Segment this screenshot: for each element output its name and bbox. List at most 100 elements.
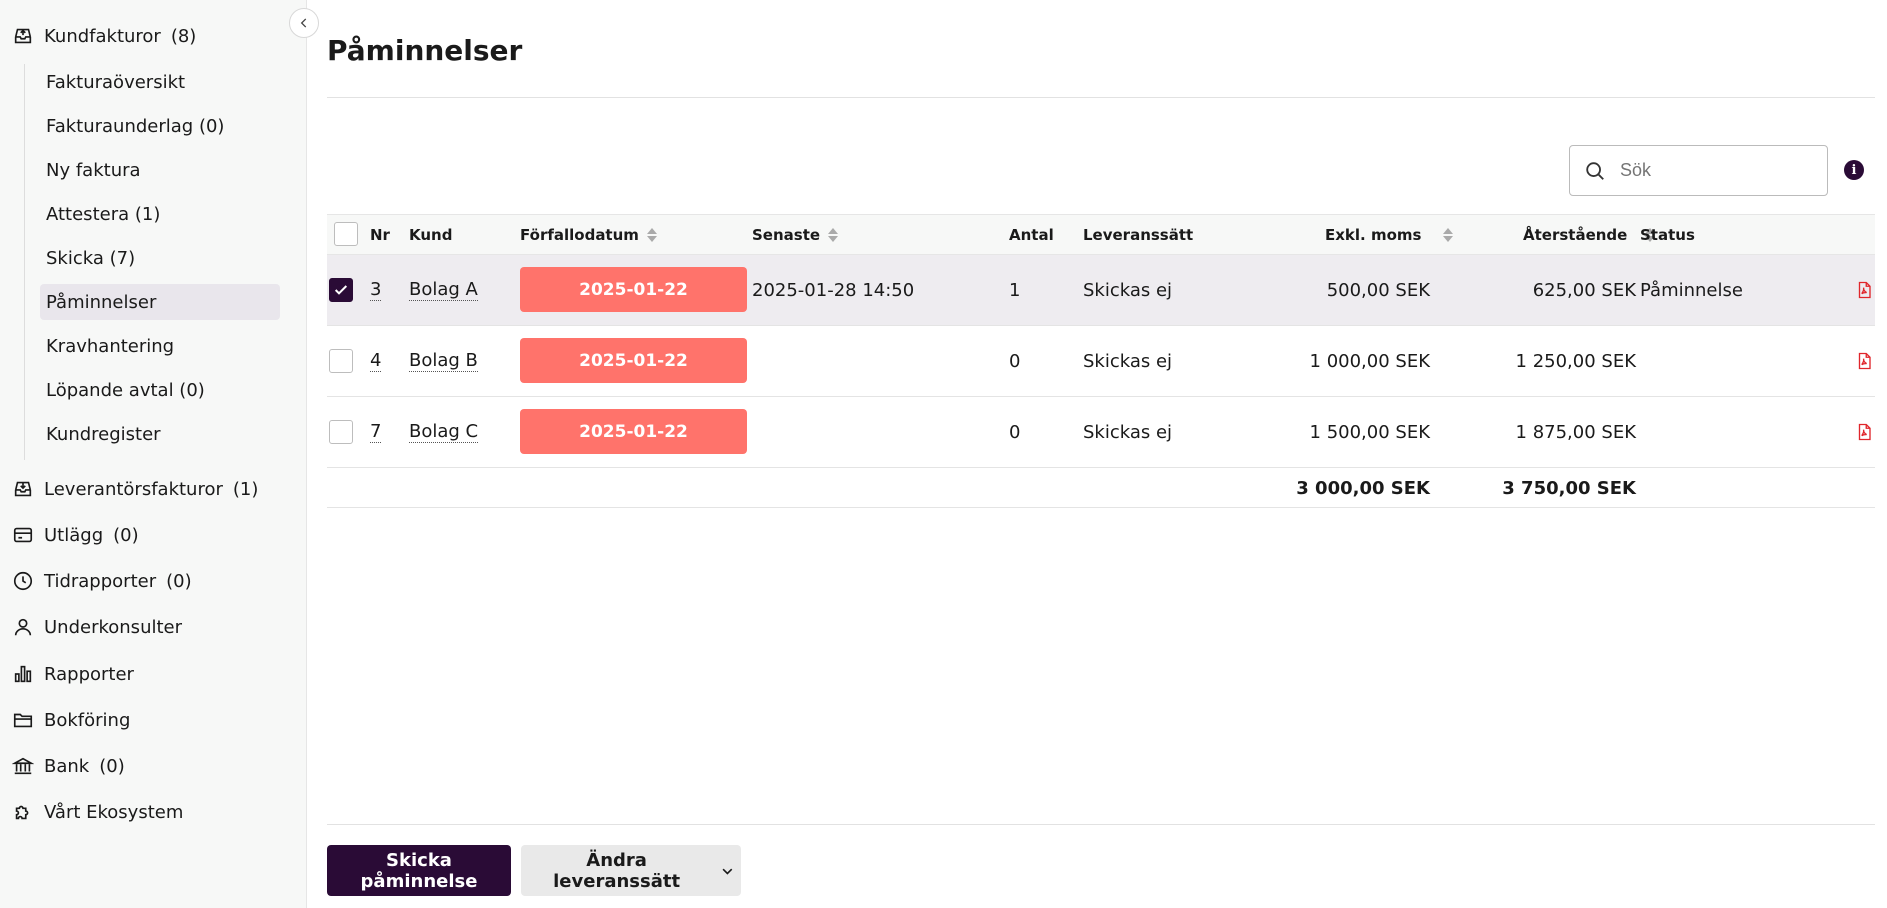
nav-rapporter[interactable]: Rapporter <box>12 659 134 689</box>
nav-leverantorsfakturor-label: Leverantörsfakturor <box>44 478 223 500</box>
nav-bokforing-label: Bokföring <box>44 709 131 731</box>
total-remaining: 3 750,00 SEK <box>1502 477 1636 499</box>
user-icon <box>14 618 32 636</box>
nav-kundfakturor-count: (8) <box>170 25 197 47</box>
pdf-icon[interactable] <box>1855 351 1873 371</box>
sidebar-item-fakturaunderlag[interactable]: Fakturaunderlag (0) <box>40 108 280 144</box>
due-date-badge: 2025-01-22 <box>520 338 747 383</box>
nav-tidrapporter-count: (0) <box>166 570 192 592</box>
invoice-number-link[interactable]: 4 <box>370 350 382 372</box>
nav-bank[interactable]: Bank (0) <box>12 751 125 781</box>
nav-leverantorsfakturor-count: (1) <box>232 478 259 500</box>
change-delivery-method-button[interactable]: Ändra leveranssätt <box>521 845 741 896</box>
nav-tidrapporter-label: Tidrapporter <box>44 570 157 592</box>
due-date-badge: 2025-01-22 <box>520 409 747 454</box>
nav-bokforing[interactable]: Bokföring <box>12 705 130 735</box>
nav-underkonsulter-label: Underkonsulter <box>44 616 183 638</box>
collapse-sidebar-button[interactable] <box>289 8 319 38</box>
search-icon <box>1586 161 1604 180</box>
kundfakturor-subnav: Fakturaöversikt Fakturaunderlag (0) Ny f… <box>24 64 287 460</box>
footer-divider <box>327 824 1875 825</box>
credit-card-icon <box>13 527 33 543</box>
excl-vat-cell: 500,00 SEK <box>1326 279 1430 301</box>
nav-kundfakturor[interactable]: Kundfakturor (8) <box>12 21 196 51</box>
table-header: Nr Kund Förfallodatum Senaste Antal Leve… <box>327 214 1875 255</box>
bank-icon <box>12 757 34 775</box>
header-senaste[interactable]: Senaste <box>752 215 839 254</box>
nav-rapporter-label: Rapporter <box>44 663 134 685</box>
nav-bank-label: Bank <box>44 755 90 777</box>
remaining-cell: 1 875,00 SEK <box>1515 421 1636 443</box>
remaining-cell: 1 250,00 SEK <box>1515 350 1636 372</box>
customer-link[interactable]: Bolag A <box>409 279 478 301</box>
puzzle-icon <box>15 805 29 820</box>
header-nr: Nr <box>370 225 390 244</box>
header-aterstaende[interactable]: Återstående <box>1523 215 1656 254</box>
count-cell: 0 <box>1009 421 1021 443</box>
nav-vart-ekosystem[interactable]: Vårt Ekosystem <box>12 797 183 827</box>
customer-link[interactable]: Bolag C <box>409 421 479 443</box>
nav-utlagg-label: Utlägg <box>44 524 104 546</box>
delivery-method-cell: Skickas ej <box>1083 279 1173 301</box>
sidebar-item-fakturaoversikt[interactable]: Fakturaöversikt <box>40 64 280 100</box>
sidebar-item-ny-faktura[interactable]: Ny faktura <box>40 152 280 188</box>
header-exkl-moms[interactable]: Exkl. moms <box>1325 215 1454 254</box>
sort-icon <box>828 227 839 242</box>
nav-kundfakturor-label: Kundfakturor <box>44 25 161 47</box>
excl-vat-cell: 1 500,00 SEK <box>1309 421 1430 443</box>
sidebar-item-skicka[interactable]: Skicka (7) <box>40 240 280 276</box>
chevron-left-icon <box>300 18 307 28</box>
nav-underkonsulter[interactable]: Underkonsulter <box>12 612 182 642</box>
remaining-cell: 625,00 SEK <box>1532 279 1636 301</box>
inbox-icon <box>14 481 32 497</box>
main-content: Påminnelser i Nr Kund Förfallodatum Sena… <box>327 0 1875 908</box>
nav-leverantorsfakturor[interactable]: Leverantörsfakturor (1) <box>12 474 258 504</box>
due-date-badge: 2025-01-22 <box>520 267 747 312</box>
search-input[interactable] <box>1618 159 1802 182</box>
folder-icon <box>13 713 33 728</box>
invoice-number-link[interactable]: 3 <box>370 279 382 301</box>
sort-icon <box>1443 227 1454 242</box>
totals-row: 3 000,00 SEK 3 750,00 SEK <box>327 468 1875 508</box>
last-reminder-cell: 2025-01-28 14:50 <box>752 279 915 301</box>
row-checkbox[interactable] <box>329 420 353 444</box>
nav-utlagg-count: (0) <box>113 524 139 546</box>
sidebar-item-kravhantering[interactable]: Kravhantering <box>40 328 280 364</box>
select-all-checkbox[interactable] <box>334 222 358 246</box>
count-cell: 0 <box>1009 350 1021 372</box>
delivery-method-cell: Skickas ej <box>1083 421 1173 443</box>
row-checkbox[interactable] <box>329 278 353 302</box>
invoice-number-link[interactable]: 7 <box>370 421 382 443</box>
header-exkl-moms-label: Exkl. moms <box>1325 225 1422 244</box>
sidebar: Kundfakturor (8) Fakturaöversikt Faktura… <box>0 0 307 908</box>
table-row[interactable]: 4 Bolag B 2025-01-22 0 Skickas ej 1 000,… <box>327 326 1875 397</box>
nav-utlagg[interactable]: Utlägg (0) <box>12 520 139 550</box>
customer-link[interactable]: Bolag B <box>409 350 478 372</box>
pdf-icon[interactable] <box>1855 280 1873 300</box>
sidebar-item-kundregister[interactable]: Kundregister <box>40 416 280 452</box>
search-box[interactable] <box>1569 145 1828 196</box>
pdf-icon[interactable] <box>1855 422 1873 442</box>
nav-bank-count: (0) <box>99 755 125 777</box>
info-icon[interactable]: i <box>1844 160 1864 180</box>
bar-chart-icon <box>14 665 32 683</box>
header-forfallodatum-label: Förfallodatum <box>520 225 639 244</box>
title-divider <box>327 97 1875 98</box>
header-forfallodatum[interactable]: Förfallodatum <box>520 215 657 254</box>
nav-vart-ekosystem-label: Vårt Ekosystem <box>44 801 184 823</box>
row-checkbox[interactable] <box>329 349 353 373</box>
excl-vat-cell: 1 000,00 SEK <box>1309 350 1430 372</box>
sidebar-item-paminnelser[interactable]: Påminnelser <box>40 284 280 320</box>
sidebar-item-lopande-avtal[interactable]: Löpande avtal (0) <box>40 372 280 408</box>
table-row[interactable]: 3 Bolag A 2025-01-22 2025-01-28 14:50 1 … <box>327 255 1875 326</box>
status-cell: Påminnelse <box>1640 279 1743 301</box>
send-reminder-button[interactable]: Skicka påminnelse <box>327 845 511 896</box>
sort-icon <box>646 227 657 242</box>
sidebar-item-attestera[interactable]: Attestera (1) <box>40 196 280 232</box>
change-delivery-method-label: Ändra leveranssätt <box>553 849 681 892</box>
table-row[interactable]: 7 Bolag C 2025-01-22 0 Skickas ej 1 500,… <box>327 397 1875 468</box>
clock-icon <box>13 571 33 591</box>
header-senaste-label: Senaste <box>752 225 821 244</box>
nav-tidrapporter[interactable]: Tidrapporter (0) <box>12 566 192 596</box>
inbox-upload-icon <box>14 28 32 44</box>
